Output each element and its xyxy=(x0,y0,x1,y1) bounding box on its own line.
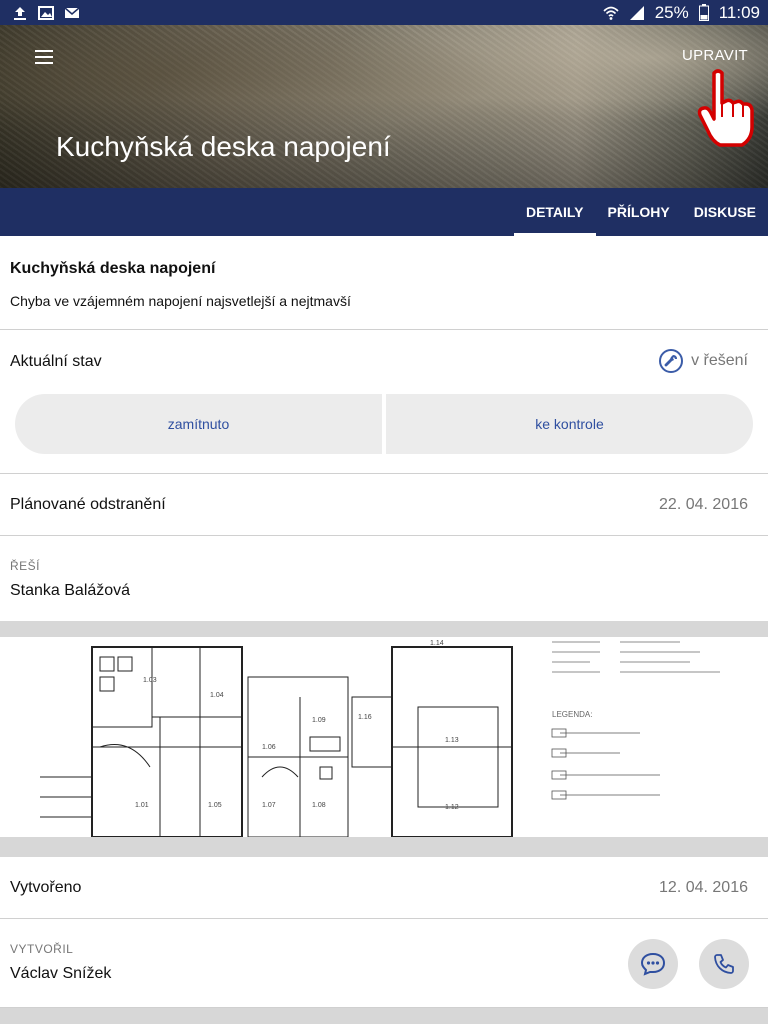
call-button[interactable] xyxy=(699,939,749,989)
to-review-button[interactable]: ke kontrole xyxy=(386,394,753,454)
current-state-value: v řešení xyxy=(659,349,748,373)
pointing-hand-icon xyxy=(697,69,754,147)
upload-icon xyxy=(14,6,26,20)
room-label: 1.06 xyxy=(262,744,276,751)
header-title: Kuchyňská deska napojení xyxy=(56,131,391,162)
created-date: 12. 04. 2016 xyxy=(659,879,748,896)
assignee-label: ŘEŠÍ xyxy=(10,559,41,573)
room-label: 1.07 xyxy=(262,802,276,809)
room-label: 1.05 xyxy=(208,802,222,809)
assignee-name: Stanka Balážová xyxy=(10,582,131,599)
room-label: 1.03 xyxy=(143,677,157,684)
current-state-label: Aktuální stav xyxy=(10,353,102,370)
room-label: 1.12 xyxy=(445,804,459,811)
status-bar: 25% 11:09 xyxy=(0,0,768,25)
bottom-band xyxy=(0,1008,768,1024)
creator-name: Václav Snížek xyxy=(10,965,112,982)
chat-icon xyxy=(640,952,666,976)
room-label: 1.13 xyxy=(445,737,459,744)
tab-discussion[interactable]: DISKUSE xyxy=(682,188,768,236)
planned-removal-date: 22. 04. 2016 xyxy=(659,496,748,513)
tab-attachments[interactable]: PŘÍLOHY xyxy=(596,188,682,236)
tab-details[interactable]: DETAILY xyxy=(513,188,596,236)
wifi-icon xyxy=(603,6,619,20)
floor-plan-drawing: 1.14 1.03 1.04 1.09 1.16 1.06 1.13 1.01 … xyxy=(40,640,720,837)
room-label: 1.01 xyxy=(135,802,149,809)
creator-label: VYTVOŘIL xyxy=(10,942,74,956)
battery-icon xyxy=(698,4,709,21)
message-button[interactable] xyxy=(628,939,678,989)
issue-title: Kuchyňská deska napojení xyxy=(10,260,216,277)
plan-legend-title: LEGENDA: xyxy=(552,710,592,719)
room-label: 1.09 xyxy=(312,717,326,724)
current-state-text: v řešení xyxy=(691,352,748,369)
edit-button[interactable]: UPRAVIT xyxy=(682,47,748,64)
room-label: 1.04 xyxy=(210,692,224,699)
battery-percent: 25% xyxy=(654,2,689,22)
reject-button[interactable]: zamítnuto xyxy=(15,394,382,454)
floor-plan-image[interactable]: 1.14 1.03 1.04 1.09 1.16 1.06 1.13 1.01 … xyxy=(0,637,768,837)
image-icon xyxy=(38,5,54,20)
phone-icon xyxy=(714,954,734,974)
wrench-icon xyxy=(659,349,684,373)
created-label: Vytvořeno xyxy=(10,879,82,896)
planned-removal-label: Plánované odstranění xyxy=(10,496,166,513)
signal-icon xyxy=(629,5,644,20)
header-image: UPRAVIT Kuchyňská deska napojení xyxy=(0,25,768,188)
tab-bar: DETAILY PŘÍLOHY DISKUSE xyxy=(0,188,768,236)
state-actions: zamítnuto ke kontrole xyxy=(15,394,753,454)
clock: 11:09 xyxy=(718,2,760,22)
room-label: 1.08 xyxy=(312,802,326,809)
issue-section xyxy=(0,236,768,330)
room-label: 1.14 xyxy=(430,640,444,647)
issue-description: Chyba ve vzájemném napojení najsvetlejší… xyxy=(10,293,351,309)
created-row xyxy=(0,857,768,919)
mail-icon xyxy=(64,6,80,18)
menu-icon[interactable] xyxy=(28,45,60,69)
room-label: 1.16 xyxy=(358,714,372,721)
